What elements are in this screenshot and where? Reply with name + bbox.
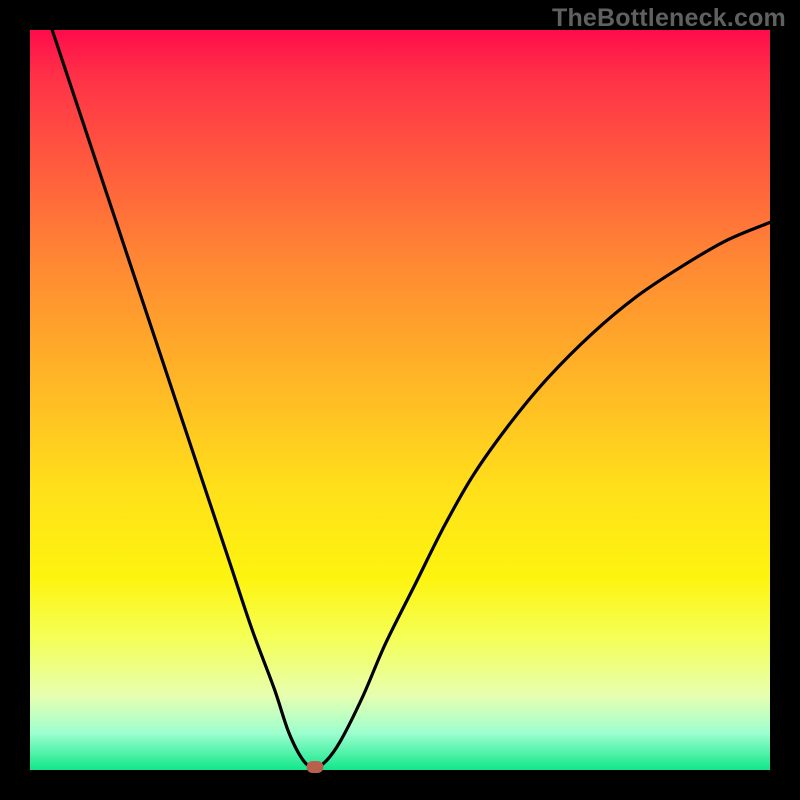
chart-frame: TheBottleneck.com	[0, 0, 800, 800]
curve-svg	[30, 30, 770, 770]
minimum-marker	[306, 761, 323, 773]
watermark-label: TheBottleneck.com	[552, 4, 786, 33]
plot-area	[30, 30, 770, 770]
bottleneck-curve-path	[52, 30, 770, 767]
